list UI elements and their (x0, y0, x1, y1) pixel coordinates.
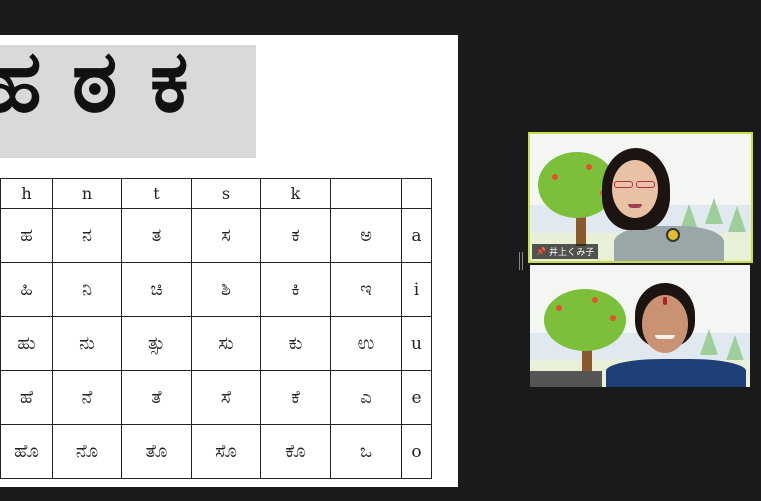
participant-nameplate: 📌 井上くみ子 (532, 244, 599, 259)
chart-cell: ಸೊ (191, 424, 261, 479)
participant-video-tile[interactable] (530, 265, 750, 387)
vowel-label: o (401, 424, 432, 479)
panel-resize-handle[interactable] (519, 252, 523, 270)
chart-row: ಹ ನ ತ ಸ ಕ ಅ a (0, 208, 432, 263)
glasses (614, 181, 633, 188)
fruit-dot (592, 297, 598, 303)
chart-cell: ಶಿ (191, 262, 261, 317)
chart-cell: ಉ (330, 316, 402, 371)
glasses (636, 181, 655, 188)
participant-smile (655, 335, 675, 339)
shared-screen: ಹ ಠ ಕ h n t s k ಹ ನ ತ ಸ ಕ ಅ a ಹಿ ನಿ ಚಿ ಶ… (0, 35, 458, 487)
chart-row: ಹೊ ನೊ ತೊ ಸೊ ಕೊ ಒ o (0, 424, 432, 479)
background-panel (530, 371, 602, 387)
column-header: h (0, 178, 53, 209)
chart-cell: ಎ (330, 370, 402, 425)
column-header: t (121, 178, 192, 209)
syllable-chart: h n t s k ಹ ನ ತ ಸ ಕ ಅ a ಹಿ ನಿ ಚಿ ಶಿ ಕಿ ಇ… (0, 178, 432, 479)
chart-cell: ತ (121, 208, 192, 263)
chart-cell: ಸ (191, 208, 261, 263)
chart-cell: ಕಿ (260, 262, 331, 317)
column-header: s (191, 178, 261, 209)
chart-cell: ತೊ (121, 424, 192, 479)
banner-letter: ಠ (72, 45, 118, 132)
participant-mouth (628, 204, 642, 208)
vowel-label: e (401, 370, 432, 425)
fruit-dot (552, 174, 558, 180)
background-tree (705, 198, 723, 224)
background-tree (728, 206, 746, 232)
chart-cell: ತೆ (121, 370, 192, 425)
pin-icon: 📌 (536, 247, 546, 256)
banner-letter: ಕ (150, 45, 189, 132)
chart-cell: ನೊ (52, 424, 122, 479)
chart-cell: ಚಿ (121, 262, 192, 317)
participant-face (612, 160, 658, 218)
chart-cell: ನ (52, 208, 122, 263)
chart-row: ಹು ನು ತ್ಸು ಸು ಕು ಉ u (0, 316, 432, 371)
chart-cell: ಇ (330, 262, 402, 317)
chart-cell: ಸು (191, 316, 261, 371)
chart-row: ಹೆ ನೆ ತೆ ಸೆ ಕೆ ಎ e (0, 370, 432, 425)
fruit-dot (556, 305, 562, 311)
chart-cell: ಹಿ (0, 262, 53, 317)
chart-cell: ಕು (260, 316, 331, 371)
column-header (330, 178, 402, 209)
participant-body (606, 359, 746, 387)
fruit-dot (586, 164, 592, 170)
chart-cell: ಕೊ (260, 424, 331, 479)
vowel-label: a (401, 208, 432, 263)
chart-cell: ಹ (0, 208, 53, 263)
participant-video-tile[interactable]: 📌 井上くみ子 (528, 132, 753, 263)
column-header (401, 178, 432, 209)
chart-cell: ಅ (330, 208, 402, 263)
chart-cell: ನು (52, 316, 122, 371)
chart-cell: ಹು (0, 316, 53, 371)
bindi (663, 297, 667, 305)
vowel-label: u (401, 316, 432, 371)
chart-header-row: h n t s k (0, 178, 432, 209)
column-header: n (52, 178, 122, 209)
kannada-letters-banner: ಹ ಠ ಕ (0, 45, 256, 158)
brooch (666, 228, 680, 242)
chart-cell: ಸೆ (191, 370, 261, 425)
chart-cell: ಹೊ (0, 424, 53, 479)
column-header: k (260, 178, 331, 209)
chart-cell: ನಿ (52, 262, 122, 317)
chart-cell: ಕೆ (260, 370, 331, 425)
chart-cell: ಹೆ (0, 370, 53, 425)
chart-cell: ಕ (260, 208, 331, 263)
vowel-label: i (401, 262, 432, 317)
background-tree (700, 329, 718, 355)
meeting-window: ಹ ಠ ಕ h n t s k ಹ ನ ತ ಸ ಕ ಅ a ಹಿ ನಿ ಚಿ ಶ… (0, 0, 761, 501)
bottom-bar (0, 487, 458, 501)
chart-cell: ತ್ಸು (121, 316, 192, 371)
participant-name: 井上くみ子 (548, 248, 595, 258)
chart-cell: ನೆ (52, 370, 122, 425)
banner-letter: ಹ (0, 45, 42, 132)
fruit-dot (610, 315, 616, 321)
chart-row: ಹಿ ನಿ ಚಿ ಶಿ ಕಿ ಇ i (0, 262, 432, 317)
chart-cell: ಒ (330, 424, 402, 479)
background-tree (726, 335, 744, 361)
